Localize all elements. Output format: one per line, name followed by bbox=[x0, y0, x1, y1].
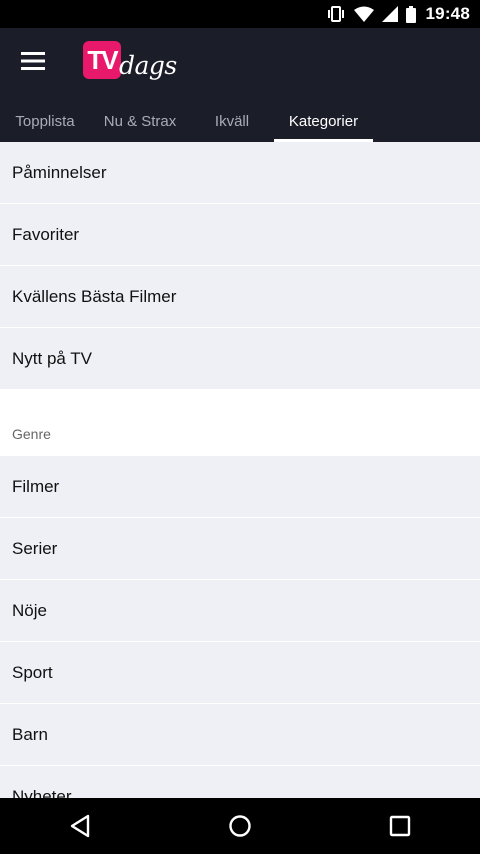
list-item-noje[interactable]: Nöje bbox=[0, 580, 480, 642]
tab-label: Ikväll bbox=[214, 112, 250, 130]
list-item-label: Nöje bbox=[12, 600, 47, 620]
back-button[interactable] bbox=[50, 801, 110, 851]
battery-icon bbox=[405, 5, 416, 23]
list-item-filmer[interactable]: Filmer bbox=[0, 456, 480, 518]
list-item-label: Barn bbox=[12, 724, 48, 744]
list-item-label: Sport bbox=[12, 662, 53, 682]
tab-topplista[interactable]: Topplista bbox=[0, 100, 90, 142]
hamburger-menu-icon bbox=[21, 52, 45, 70]
tab-label: Kategorier bbox=[288, 112, 359, 130]
tab-label: Topplista bbox=[15, 112, 75, 130]
list-item-label: Filmer bbox=[12, 476, 60, 496]
list-item-nytt-pa-tv[interactable]: Nytt på TV bbox=[0, 328, 480, 390]
list-item-barn[interactable]: Barn bbox=[0, 704, 480, 766]
menu-button[interactable] bbox=[12, 40, 54, 82]
back-icon bbox=[70, 814, 90, 838]
list-item-label: Nytt på TV bbox=[12, 348, 92, 368]
vibrate-icon bbox=[326, 5, 346, 23]
signal-icon bbox=[381, 6, 398, 22]
list-item-label: Nyheter bbox=[12, 786, 72, 799]
list-item-label: Påminnelser bbox=[12, 162, 107, 182]
genre-section-header: Genre bbox=[0, 390, 480, 456]
tab-bar: Topplista Nu & Strax Ikväll Kategorier bbox=[0, 100, 480, 142]
list-item-label: Kvällens Bästa Filmer bbox=[12, 286, 177, 306]
tab-ikvall[interactable]: Ikväll bbox=[190, 100, 274, 142]
list-item-kvallens-basta-filmer[interactable]: Kvällens Bästa Filmer bbox=[0, 266, 480, 328]
logo-box: TV bbox=[83, 41, 121, 79]
logo-script: dags bbox=[119, 51, 177, 80]
status-bar: 19:48 bbox=[0, 0, 480, 28]
home-icon bbox=[229, 815, 251, 837]
tab-label: Nu & Strax bbox=[103, 112, 177, 130]
list-item-label: Serier bbox=[12, 538, 58, 558]
list-item-sport[interactable]: Sport bbox=[0, 642, 480, 704]
tvdags-logo: TV dags bbox=[83, 41, 177, 81]
list-item-nyheter[interactable]: Nyheter bbox=[0, 766, 480, 798]
home-button[interactable] bbox=[210, 801, 270, 851]
list-item-serier[interactable]: Serier bbox=[0, 518, 480, 580]
category-list: Påminnelser Favoriter Kvällens Bästa Fil… bbox=[0, 142, 480, 798]
list-item-favoriter[interactable]: Favoriter bbox=[0, 204, 480, 266]
section-header-label: Genre bbox=[12, 426, 51, 442]
system-nav-bar bbox=[0, 798, 480, 854]
status-clock: 19:48 bbox=[425, 4, 470, 23]
recents-icon bbox=[389, 815, 411, 837]
app-bar: TV dags Topplista Nu & Strax Ikväll Kate… bbox=[0, 28, 480, 142]
tab-nu-strax[interactable]: Nu & Strax bbox=[90, 100, 190, 142]
tab-kategorier[interactable]: Kategorier bbox=[274, 100, 373, 142]
wifi-icon bbox=[353, 6, 374, 22]
list-item-label: Favoriter bbox=[12, 224, 80, 244]
status-icons: 19:48 bbox=[326, 0, 470, 28]
list-item-paminnelser[interactable]: Påminnelser bbox=[0, 142, 480, 204]
recents-button[interactable] bbox=[370, 801, 430, 851]
